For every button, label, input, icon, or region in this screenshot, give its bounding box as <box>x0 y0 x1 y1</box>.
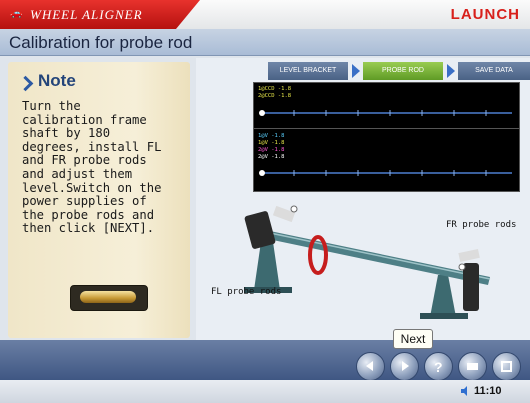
print-button[interactable] <box>458 352 487 381</box>
exit-button[interactable] <box>492 352 521 381</box>
ccd-scale <box>259 110 512 116</box>
tilt-scale <box>259 170 512 176</box>
back-arrow-icon <box>366 361 373 371</box>
note-text: Turn the calibration frame shaft by 180 … <box>22 99 162 236</box>
calibration-frame-illustration <box>244 205 491 319</box>
ccd-readout-panel: 1@CCD -1.8 2@CCD -1.8 <box>253 82 520 129</box>
tilt-readout-panel: 1@V -1.8 1@V -1.8 2@V -1.8 2@V -1.8 <box>253 128 520 192</box>
brand-name: WHEEL ALIGNER <box>30 7 143 22</box>
svg-text:?: ? <box>434 359 443 375</box>
step-probe-rod-calibration: PROBE ROD CALIBRATION <box>363 62 443 92</box>
back-button[interactable] <box>356 352 385 381</box>
exit-icon <box>501 361 512 372</box>
confirm-button-face[interactable] <box>80 291 136 303</box>
speaker-icon[interactable] <box>460 386 470 396</box>
next-tooltip: Next <box>393 329 433 349</box>
help-button[interactable]: ? <box>424 352 453 381</box>
next-arrow-icon <box>402 361 409 371</box>
fr-probe-rods-label: FR probe rods <box>446 220 517 230</box>
page-title: Calibration for probe rod <box>9 33 193 52</box>
printer-icon <box>467 363 478 370</box>
question-icon: ? <box>434 359 443 375</box>
next-button[interactable] <box>390 352 419 381</box>
step-save-data: SAVE DATA <box>458 62 530 80</box>
launch-logo: LAUNCH <box>450 6 520 23</box>
car-logo-icon: 🚗 <box>10 8 23 19</box>
step-arrow-icon <box>352 64 360 78</box>
note-title: Note <box>38 71 76 90</box>
fl-probe-rods-label: FL probe rods <box>211 287 282 297</box>
status-bar <box>0 380 530 403</box>
step-arrow-icon <box>447 64 455 78</box>
clock: 11:10 <box>474 385 502 397</box>
step-level-bracket: LEVEL BRACKET <box>268 62 348 80</box>
